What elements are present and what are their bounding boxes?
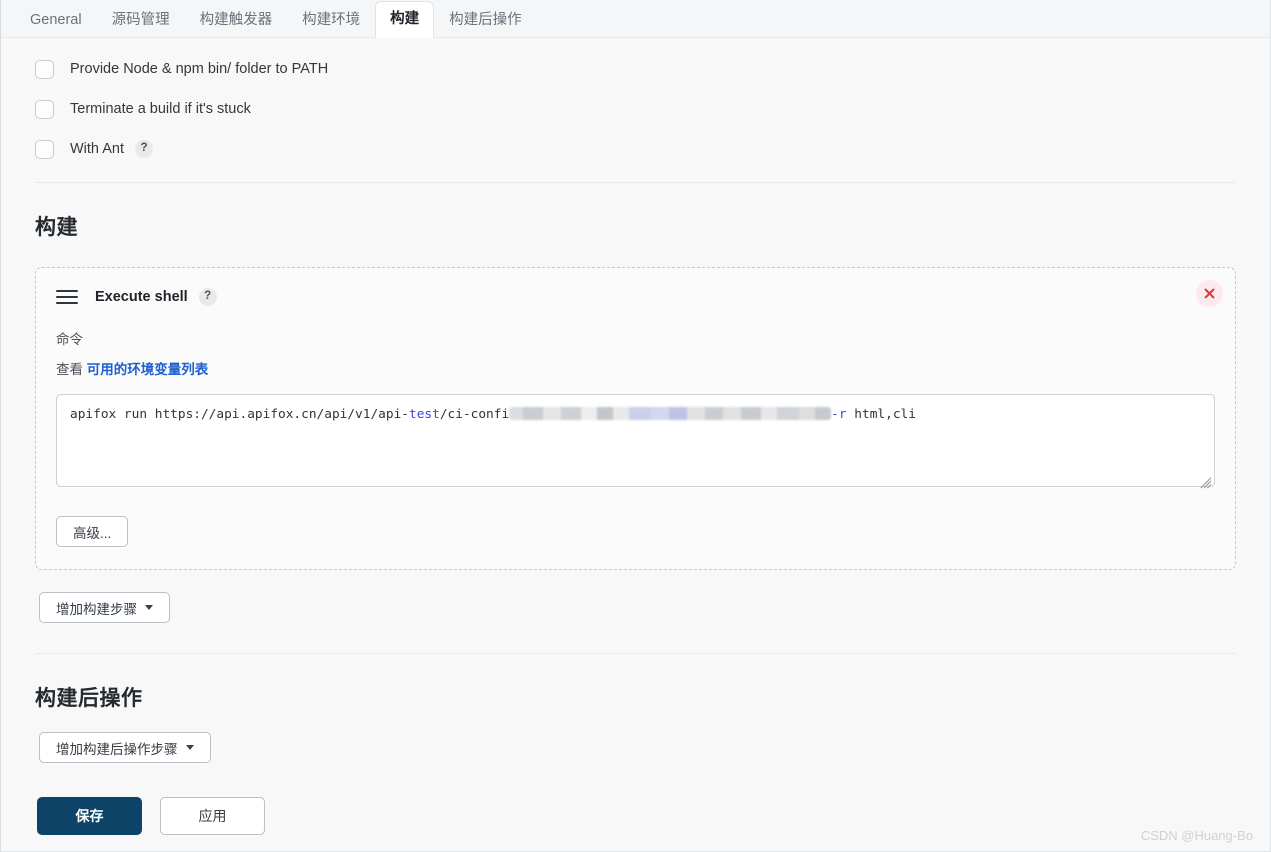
available-env-variables-link[interactable]: 可用的环境变量列表 xyxy=(87,362,209,377)
chevron-down-icon xyxy=(145,605,153,610)
build-step-execute-shell: Execute shell ? 命令 查看 可用的环境变量列表 apifox r… xyxy=(35,267,1236,570)
checkbox-with-ant[interactable] xyxy=(35,139,54,159)
chevron-down-icon xyxy=(185,745,194,750)
build-step-header: Execute shell ? xyxy=(56,286,1215,308)
tab-build-triggers[interactable]: 构建触发器 xyxy=(185,2,288,38)
checkbox-label: Provide Node & npm bin/ folder to PATH xyxy=(70,60,329,77)
command-input-wrapper: apifox run https://api.apifox.cn/api/v1/… xyxy=(56,394,1215,492)
close-glyph xyxy=(1204,288,1215,299)
tab-build[interactable]: 构建 xyxy=(375,1,435,38)
post-build-section-title: 构建后操作 xyxy=(35,687,143,710)
environment-variables-hint: 查看 可用的环境变量列表 xyxy=(56,358,1215,378)
checkbox-label: Terminate a build if it's stuck xyxy=(70,100,251,117)
command-textarea[interactable] xyxy=(56,394,1215,487)
add-post-build-step-label: 增加构建后操作步骤 xyxy=(56,741,178,757)
env-hint-prefix: 查看 xyxy=(56,362,83,377)
save-button[interactable]: 保存 xyxy=(37,797,142,835)
advanced-button[interactable]: 高级... xyxy=(56,516,129,547)
drag-handle-icon[interactable] xyxy=(56,290,78,304)
checkbox-row-terminate-stuck-build[interactable]: Terminate a build if it's stuck xyxy=(35,92,1270,126)
tab-build-environment[interactable]: 构建环境 xyxy=(287,2,375,38)
textarea-resize-handle[interactable] xyxy=(1200,477,1212,489)
checkbox-provide-node-npm[interactable] xyxy=(35,59,54,79)
jenkins-job-config-page: General 源码管理 构建触发器 构建环境 构建 构建后操作 Provide… xyxy=(0,0,1271,852)
tab-source-management[interactable]: 源码管理 xyxy=(97,2,185,38)
build-environment-options: Provide Node & npm bin/ folder to PATH T… xyxy=(1,38,1270,166)
help-icon[interactable]: ? xyxy=(135,140,153,158)
checkbox-row-provide-node-npm[interactable]: Provide Node & npm bin/ folder to PATH xyxy=(35,52,1270,86)
build-section-title: 构建 xyxy=(35,216,78,239)
config-tab-bar: General 源码管理 构建触发器 构建环境 构建 构建后操作 xyxy=(1,0,1270,38)
apply-button[interactable]: 应用 xyxy=(160,797,265,835)
help-icon[interactable]: ? xyxy=(198,288,217,306)
tab-label: 源码管理 xyxy=(111,12,170,28)
checkbox-label: With Ant xyxy=(70,140,124,157)
command-field-label: 命令 xyxy=(56,332,83,347)
add-post-build-step-button[interactable]: 增加构建后操作步骤 xyxy=(39,732,211,763)
config-content: Provide Node & npm bin/ folder to PATH T… xyxy=(1,38,1270,835)
add-build-step-label: 增加构建步骤 xyxy=(56,601,137,617)
tab-label: General xyxy=(30,12,82,28)
section-divider xyxy=(35,182,1236,183)
tab-label: 构建后操作 xyxy=(449,12,522,28)
checkbox-row-with-ant[interactable]: With Ant ? xyxy=(35,132,1270,166)
tab-general[interactable]: General xyxy=(15,2,97,38)
tab-post-build-actions[interactable]: 构建后操作 xyxy=(434,2,537,38)
add-build-step-button[interactable]: 增加构建步骤 xyxy=(39,592,170,623)
section-divider xyxy=(35,653,1236,654)
tab-label: 构建触发器 xyxy=(199,12,273,28)
tab-label: 构建环境 xyxy=(302,12,361,28)
close-icon[interactable] xyxy=(1196,280,1223,307)
build-step-name: Execute shell xyxy=(95,289,188,305)
tab-label: 构建 xyxy=(390,11,420,27)
watermark: CSDN @Huang-Bo xyxy=(1140,828,1253,843)
form-actions: 保存 应用 xyxy=(37,797,1270,835)
checkbox-terminate-stuck-build[interactable] xyxy=(35,99,54,119)
